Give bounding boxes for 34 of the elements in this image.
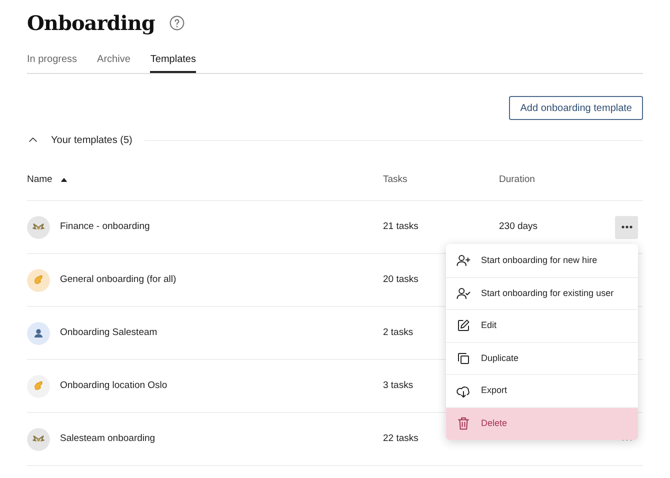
column-header: Duration <box>499 172 536 187</box>
edit-icon <box>456 318 471 334</box>
template-name[interactable]: Salesteam onboarding <box>60 432 156 446</box>
table-cell-text: 21 tasks <box>383 220 418 234</box>
template-name[interactable]: General onboarding (for all) <box>60 272 176 288</box>
table-cell-text: 3 tasks <box>383 378 414 393</box>
more-button[interactable] <box>615 216 638 238</box>
person-check-icon <box>456 286 471 301</box>
more-icon <box>620 225 632 229</box>
table-cell-text: 2 tasks <box>383 326 414 340</box>
column-header: Tasks <box>383 172 408 187</box>
menu-item[interactable]: Start onboarding for new hire <box>446 244 638 277</box>
tab[interactable]: Archive <box>97 48 130 73</box>
menu-item[interactable]: Edit <box>446 309 638 342</box>
section-title: Your templates (5) <box>51 134 132 148</box>
delete-icon <box>456 416 471 432</box>
tab[interactable]: Templates <box>150 48 196 73</box>
menu-item[interactable]: Delete <box>446 406 638 440</box>
table-cell-text: 230 days <box>499 220 538 234</box>
person-plus-icon <box>456 252 471 268</box>
menu-item[interactable]: Start onboarding for existing user <box>446 276 638 310</box>
page-title: Onboarding <box>27 10 155 37</box>
tab[interactable]: In progress <box>27 48 78 73</box>
cloud-download-icon <box>456 384 471 399</box>
template-name[interactable]: Finance - onboarding <box>60 220 150 234</box>
help-icon <box>168 15 185 31</box>
table-cell-text: 20 tasks <box>383 272 418 287</box>
table-cell-text: 22 tasks <box>383 432 418 446</box>
duplicate-icon <box>456 351 471 366</box>
template-name[interactable]: Onboarding Salesteam <box>60 326 158 340</box>
add-template-button[interactable]: Add onboarding template <box>509 96 643 120</box>
menu-item[interactable]: Duplicate <box>446 342 638 374</box>
column-header[interactable]: Name <box>27 172 52 188</box>
template-name[interactable]: Onboarding location Oslo <box>60 378 168 394</box>
